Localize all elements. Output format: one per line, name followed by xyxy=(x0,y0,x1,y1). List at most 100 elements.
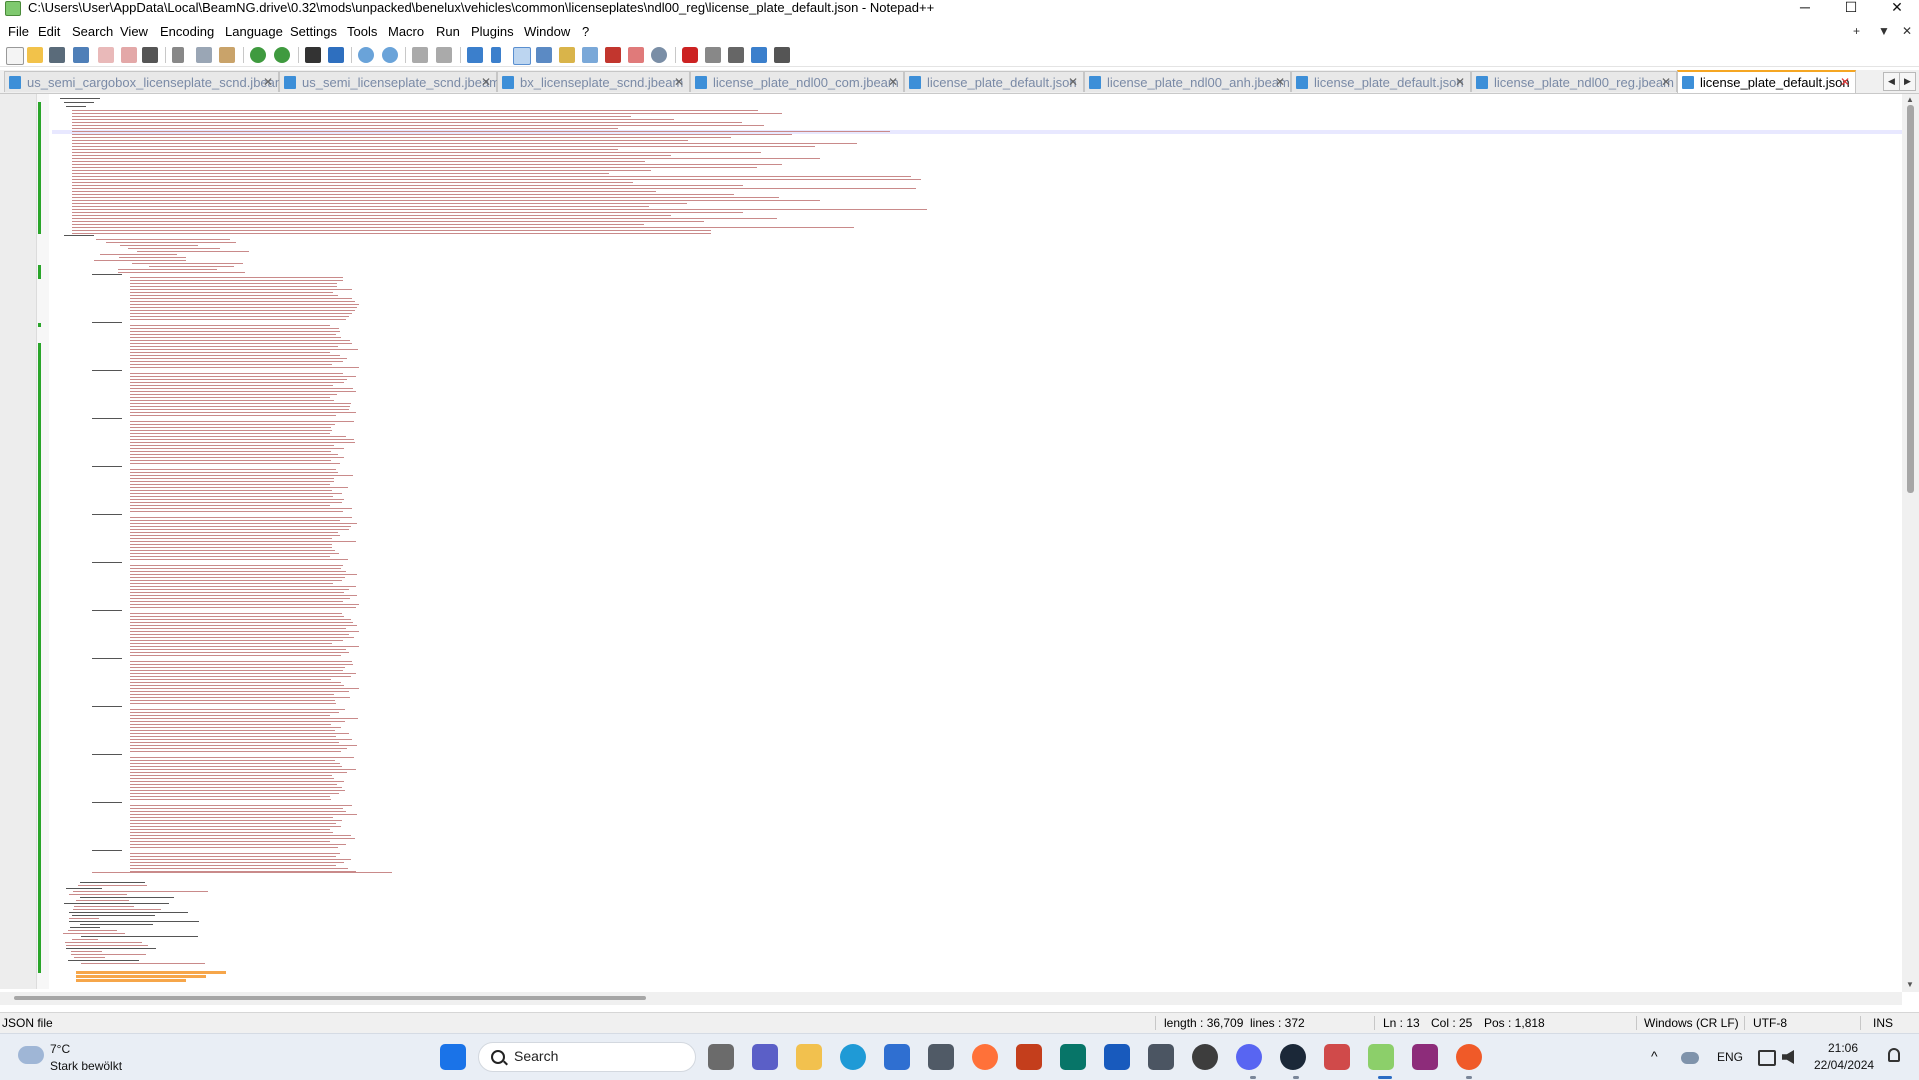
tab-close-icon[interactable]: ✕ xyxy=(481,75,491,89)
beamng-icon[interactable] xyxy=(1148,1044,1174,1070)
find-icon[interactable] xyxy=(305,47,321,63)
run-macro-multiple-icon[interactable] xyxy=(751,47,767,63)
stop-record-icon[interactable] xyxy=(705,47,721,63)
undo-icon[interactable] xyxy=(250,47,266,63)
editor-area[interactable] xyxy=(0,94,1919,997)
save-icon[interactable] xyxy=(49,47,65,63)
weather-desc[interactable]: Stark bewölkt xyxy=(50,1059,122,1073)
menu-window[interactable]: Window xyxy=(524,24,570,40)
horizontal-scrollbar[interactable] xyxy=(0,992,1902,1005)
show-all-chars-icon[interactable] xyxy=(491,47,501,63)
onedrive-icon[interactable] xyxy=(1681,1052,1699,1064)
new-tab-plus-icon[interactable]: + xyxy=(1853,24,1860,38)
scroll-up-arrow-icon[interactable]: ▲ xyxy=(1906,95,1914,104)
menu-edit[interactable]: Edit xyxy=(38,24,60,40)
powerpoint-icon[interactable] xyxy=(1016,1044,1042,1070)
menu-plugins[interactable]: Plugins xyxy=(471,24,514,40)
network-icon[interactable] xyxy=(1758,1050,1776,1066)
word-wrap-icon[interactable] xyxy=(467,47,483,63)
close-document-icon[interactable]: ✕ xyxy=(1902,24,1912,38)
paste-icon[interactable] xyxy=(219,47,235,63)
scrollbar-thumb[interactable] xyxy=(14,996,646,1000)
tab-document[interactable]: license_plate_default.json ✕ xyxy=(1291,71,1471,92)
publisher-icon[interactable] xyxy=(1060,1044,1086,1070)
tab-close-icon[interactable]: ✕ xyxy=(1455,75,1465,89)
play-macro-icon[interactable] xyxy=(728,47,744,63)
menu-macro[interactable]: Macro xyxy=(388,24,424,40)
function-list-icon[interactable] xyxy=(582,47,598,63)
vertical-scrollbar[interactable]: ▲ ▼ xyxy=(1902,94,1919,992)
tab-document[interactable]: license_plate_ndl00_anh.jbeam ✕ xyxy=(1084,71,1291,92)
firefox-icon[interactable] xyxy=(972,1044,998,1070)
sync-horizontal-icon[interactable] xyxy=(436,47,452,63)
tab-close-icon[interactable]: ✕ xyxy=(888,75,898,89)
store-icon[interactable] xyxy=(884,1044,910,1070)
tab-scroll-left-icon[interactable]: ◀ xyxy=(1883,72,1900,91)
save-macro-icon[interactable] xyxy=(774,47,790,63)
discord-icon[interactable] xyxy=(1236,1044,1262,1070)
teams-icon[interactable] xyxy=(752,1044,778,1070)
menu-language[interactable]: Language xyxy=(225,24,283,40)
beamng-drive-icon[interactable] xyxy=(1456,1044,1482,1070)
language-icon[interactable] xyxy=(536,47,552,63)
tab-close-icon[interactable]: ✕ xyxy=(1275,75,1285,89)
weather-icon[interactable] xyxy=(18,1046,44,1064)
record-macro-icon[interactable] xyxy=(682,47,698,63)
winrar-icon[interactable] xyxy=(1412,1044,1438,1070)
menu-search[interactable]: Search xyxy=(72,24,113,40)
weather-temp[interactable]: 7°C xyxy=(50,1042,70,1056)
tab-close-icon[interactable]: ✕ xyxy=(1840,75,1850,89)
calculator-icon[interactable] xyxy=(928,1044,954,1070)
minimize-button[interactable]: ─ xyxy=(1782,0,1828,16)
steam-icon[interactable] xyxy=(1280,1044,1306,1070)
tab-document[interactable]: us_semi_licenseplate_scnd.jbeam ✕ xyxy=(279,71,500,92)
status-encoding[interactable]: UTF-8 xyxy=(1753,1013,1787,1033)
notepadpp-icon[interactable] xyxy=(1368,1044,1394,1070)
print-icon[interactable] xyxy=(142,47,158,63)
taskbar-search[interactable]: Search xyxy=(478,1042,696,1072)
menu-help[interactable]: ? xyxy=(582,24,589,40)
zoom-in-icon[interactable] xyxy=(358,47,374,63)
menu-run[interactable]: Run xyxy=(436,24,460,40)
tab-document[interactable]: license_plate_ndl00_reg.jbeam ✕ xyxy=(1471,71,1677,92)
tab-document-active[interactable]: license_plate_default.json ✕ xyxy=(1677,70,1856,93)
menu-encoding[interactable]: Encoding xyxy=(160,24,214,40)
clock-time[interactable]: 21:06 xyxy=(1828,1041,1858,1055)
tab-document[interactable]: us_semi_cargobox_licenseplate_scnd.jbeam… xyxy=(4,71,286,92)
menu-view[interactable]: View xyxy=(120,24,148,40)
menu-settings[interactable]: Settings xyxy=(290,24,337,40)
zoom-out-icon[interactable] xyxy=(382,47,398,63)
redo-icon[interactable] xyxy=(274,47,290,63)
status-insert-mode[interactable]: INS xyxy=(1873,1013,1893,1033)
close-icon[interactable] xyxy=(98,47,114,63)
copy-icon[interactable] xyxy=(196,47,212,63)
task-view-icon[interactable] xyxy=(708,1044,734,1070)
line-number-margin[interactable] xyxy=(0,94,37,989)
word-icon[interactable] xyxy=(1104,1044,1130,1070)
menu-file[interactable]: File xyxy=(8,24,29,40)
replace-icon[interactable] xyxy=(328,47,344,63)
save-all-icon[interactable] xyxy=(73,47,89,63)
code-text[interactable] xyxy=(52,94,1902,984)
doc-switcher-icon[interactable] xyxy=(628,47,644,63)
tab-document[interactable]: license_plate_default.json ✕ xyxy=(904,71,1084,92)
menu-tools[interactable]: Tools xyxy=(347,24,377,40)
scroll-down-arrow-icon[interactable]: ▼ xyxy=(1906,980,1914,989)
close-window-button[interactable]: ✕ xyxy=(1874,0,1919,16)
tray-overflow-chevron-icon[interactable]: ^ xyxy=(1651,1048,1658,1064)
windows-start-icon[interactable] xyxy=(440,1044,466,1070)
scrollbar-thumb[interactable] xyxy=(1907,105,1914,493)
status-eol[interactable]: Windows (CR LF) xyxy=(1644,1013,1739,1033)
tab-document[interactable]: bx_licenseplate_scnd.jbeam ✕ xyxy=(497,71,690,92)
chatgpt-icon[interactable] xyxy=(1192,1044,1218,1070)
doc-map-icon[interactable] xyxy=(559,47,575,63)
clock-date[interactable]: 22/04/2024 xyxy=(1814,1058,1874,1072)
tab-close-icon[interactable]: ✕ xyxy=(1068,75,1078,89)
cut-icon[interactable] xyxy=(172,47,184,63)
indent-guide-icon[interactable] xyxy=(513,47,531,65)
monitor-icon[interactable] xyxy=(651,47,667,63)
unknown-app-icon[interactable] xyxy=(1324,1044,1350,1070)
maximize-button[interactable]: ☐ xyxy=(1828,0,1874,16)
tab-close-icon[interactable]: ✕ xyxy=(674,75,684,89)
close-all-icon[interactable] xyxy=(121,47,137,63)
